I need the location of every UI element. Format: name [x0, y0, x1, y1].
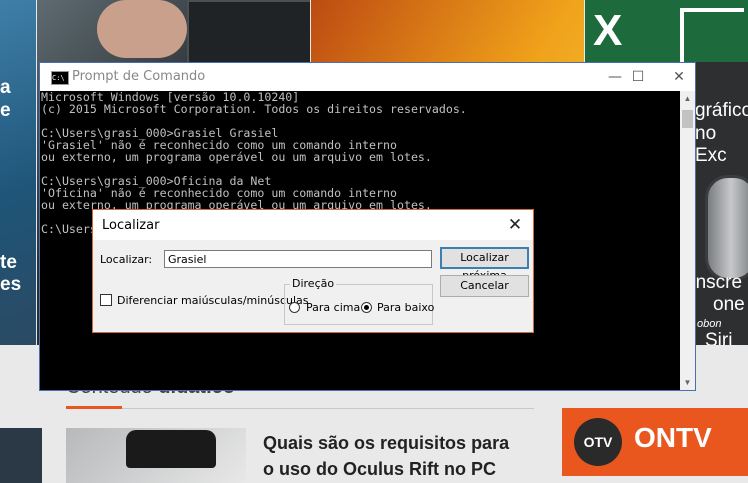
direction-up-label[interactable]: Para cima	[306, 301, 360, 314]
tile-text: one	[713, 294, 745, 315]
close-button[interactable]: ✕	[656, 63, 702, 91]
tile-text: e	[0, 100, 11, 121]
headset-image	[126, 430, 216, 468]
scroll-up-arrow-icon[interactable]: ▲	[680, 91, 695, 106]
device-image	[187, 0, 310, 64]
direction-group-label: Direção	[290, 277, 337, 290]
find-input[interactable]	[164, 250, 432, 268]
direction-up-radio[interactable]	[289, 302, 300, 313]
direction-down-radio[interactable]	[361, 302, 372, 313]
article-title-link[interactable]: Quais são os requisitos para o uso do Oc…	[263, 430, 523, 482]
cmd-window-title: Prompt de Comando	[72, 69, 206, 84]
microphone-icon	[705, 175, 748, 281]
section-underline	[66, 406, 122, 409]
vertical-scrollbar[interactable]: ▲ ▼	[680, 91, 695, 390]
article-tile-1[interactable]: a e te es	[0, 0, 36, 345]
oculus-rift-thumbnail[interactable]	[66, 428, 246, 483]
find-dialog[interactable]: Localizar ✕ Localizar: Localizar próxima…	[92, 209, 534, 333]
tile-text: obon	[697, 318, 722, 330]
console-line: ou externo, um programa operável ou um a…	[41, 150, 432, 164]
scroll-thumb[interactable]	[682, 110, 693, 128]
ontv-brand: ONTV	[634, 422, 712, 453]
find-next-button[interactable]: Localizar próxima	[440, 247, 529, 282]
tile-text: gráfico	[695, 100, 748, 121]
divider	[66, 408, 534, 409]
hand-image	[97, 0, 187, 58]
direction-down-label[interactable]: Para baixo	[377, 301, 434, 314]
cmd-app-icon: C:\	[51, 71, 69, 85]
find-label: Localizar:	[100, 253, 153, 266]
find-dialog-titlebar[interactable]: Localizar ✕	[93, 210, 533, 240]
find-dialog-close-button[interactable]: ✕	[500, 213, 530, 237]
tile-text: te	[0, 252, 17, 273]
match-case-checkbox[interactable]	[100, 294, 112, 306]
tile-text: no Exc	[695, 123, 727, 166]
ontv-banner[interactable]: OTV ONTV	[562, 408, 748, 476]
tile-text: Siri	[705, 330, 733, 345]
cmd-titlebar[interactable]: C:\ Prompt de Comando — ☐ ✕	[40, 63, 695, 91]
console-line: (c) 2015 Microsoft Corporation. Todos os…	[41, 102, 467, 116]
match-case-label[interactable]: Diferenciar maiúsculas/minúsculas	[117, 294, 309, 307]
find-dialog-body: Localizar: Localizar próxima Cancelar Di…	[93, 240, 533, 332]
ontv-logo-icon: OTV	[574, 418, 622, 466]
maximize-button[interactable]: ☐	[615, 63, 661, 91]
spreadsheet-icon	[680, 8, 744, 66]
excel-logo-icon: X	[593, 6, 623, 55]
find-dialog-title: Localizar	[102, 218, 160, 233]
scroll-down-arrow-icon[interactable]: ▼	[680, 375, 695, 390]
cancel-button[interactable]: Cancelar	[440, 275, 529, 297]
tile-text: a	[0, 77, 11, 98]
tile-text: es	[0, 274, 22, 295]
article-thumbnail[interactable]	[0, 428, 42, 483]
